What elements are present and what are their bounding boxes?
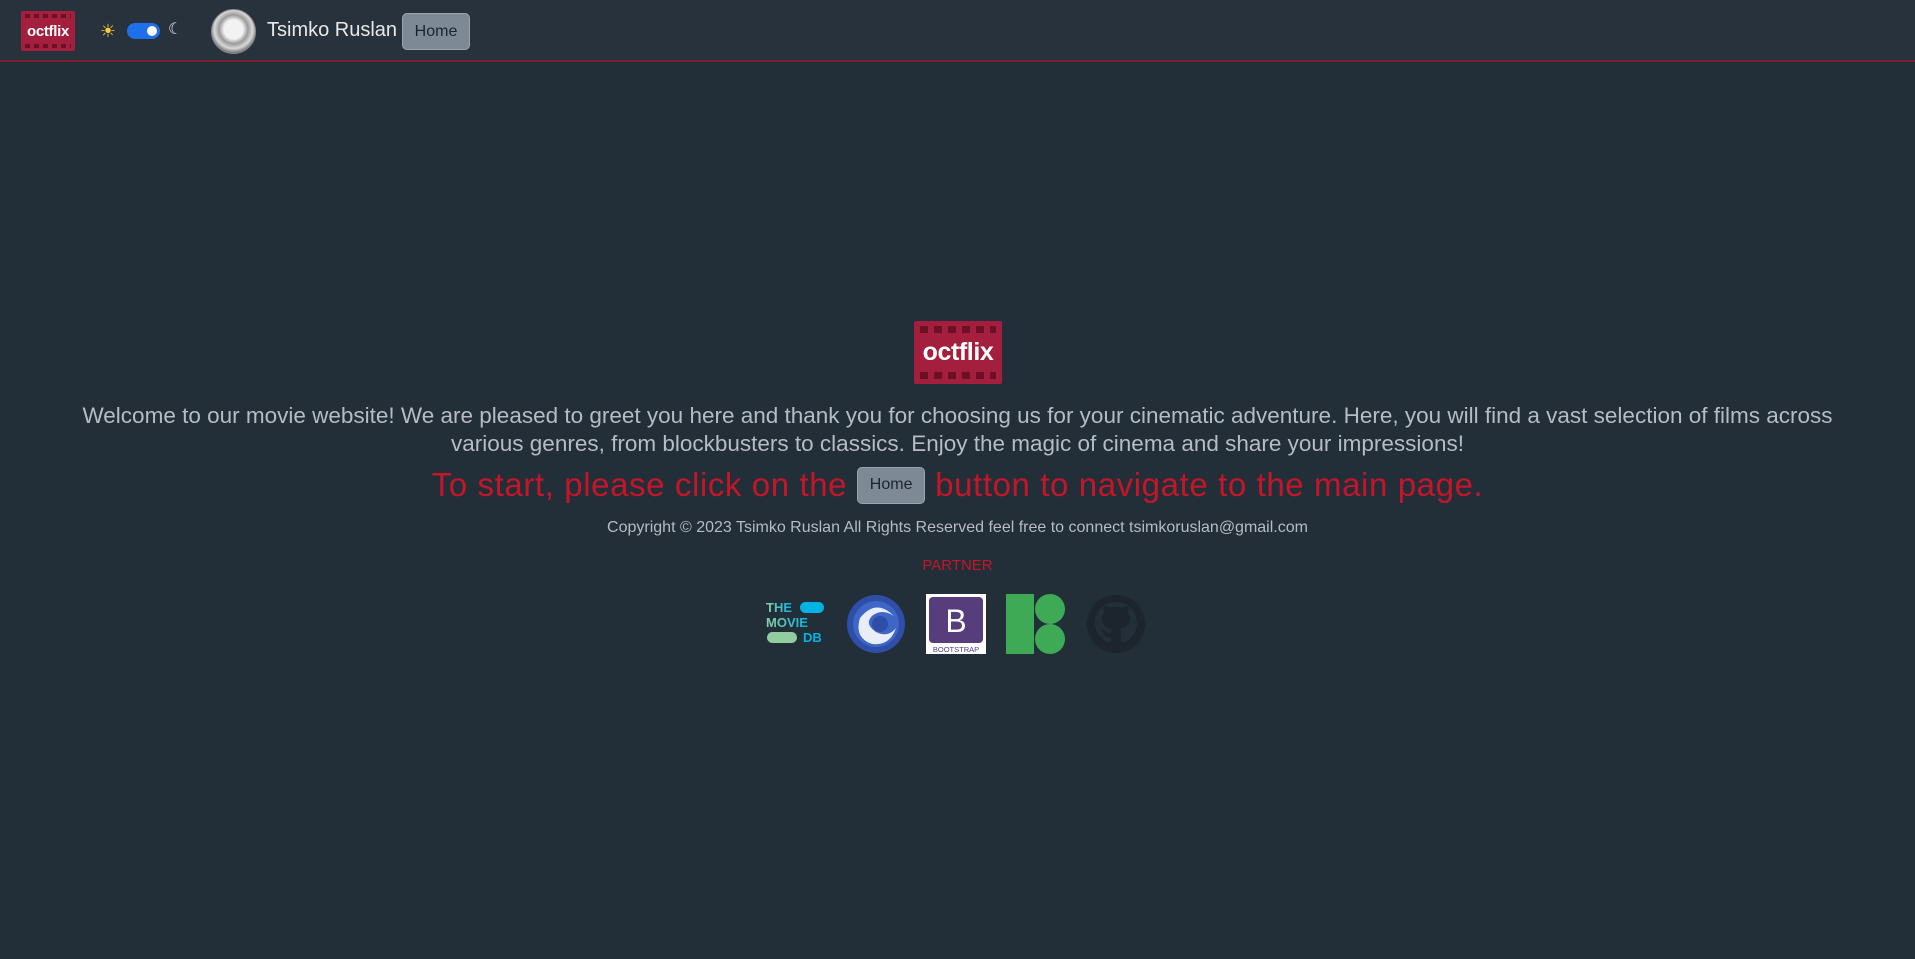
bootstrap-caption: BOOTSTRAP bbox=[933, 645, 979, 654]
film-perforation bbox=[920, 372, 996, 379]
octflix-logo[interactable]: octflix bbox=[21, 11, 75, 51]
tmdb-line-3: DB bbox=[803, 630, 822, 645]
film-perforation bbox=[25, 44, 71, 48]
octflix-hero-logo: octflix bbox=[914, 321, 1002, 384]
tmdb-line-2: MOVIE bbox=[766, 615, 808, 630]
hero-logo-text: octflix bbox=[922, 338, 994, 366]
theme-toggle[interactable] bbox=[127, 23, 160, 39]
cta-line: To start, please click on the Home butto… bbox=[300, 466, 1615, 504]
film-perforation bbox=[920, 326, 996, 333]
film-perforation bbox=[25, 14, 71, 18]
bootstrap-icon[interactable]: B BOOTSTRAP bbox=[926, 593, 986, 654]
copyright-text: Copyright © 2023 Tsimko Ruslan All Right… bbox=[607, 519, 1308, 536]
cta-text-after: button to navigate to the main page. bbox=[935, 466, 1484, 503]
avatar[interactable] bbox=[211, 9, 256, 54]
moon-icon: ☾ bbox=[168, 21, 183, 38]
home-button[interactable]: Home bbox=[402, 13, 470, 50]
icons8-icon[interactable] bbox=[1006, 593, 1066, 654]
swirl-icon[interactable] bbox=[846, 594, 906, 654]
top-navbar: octflix ☀ ☾ Tsimko Ruslan Home bbox=[0, 0, 1915, 62]
user-name: Tsimko Ruslan bbox=[267, 19, 398, 41]
logo-text: octflix bbox=[26, 22, 70, 40]
cta-home-button[interactable]: Home bbox=[857, 466, 926, 504]
tmdb-icon[interactable]: THE MOVIE DB bbox=[766, 594, 826, 654]
welcome-message: Welcome to our movie website! We are ple… bbox=[82, 403, 1833, 456]
partner-heading: PARTNER bbox=[922, 557, 993, 574]
sun-icon: ☀ bbox=[99, 21, 117, 41]
github-icon[interactable] bbox=[1086, 594, 1146, 654]
toggle-knob bbox=[147, 26, 157, 36]
cta-text-before: To start, please click on the bbox=[431, 466, 848, 503]
partner-logos: THE MOVIE DB B BOOTSTRAP bbox=[766, 593, 1146, 654]
tmdb-line-1: THE bbox=[766, 600, 792, 615]
bootstrap-letter: B bbox=[945, 603, 966, 639]
